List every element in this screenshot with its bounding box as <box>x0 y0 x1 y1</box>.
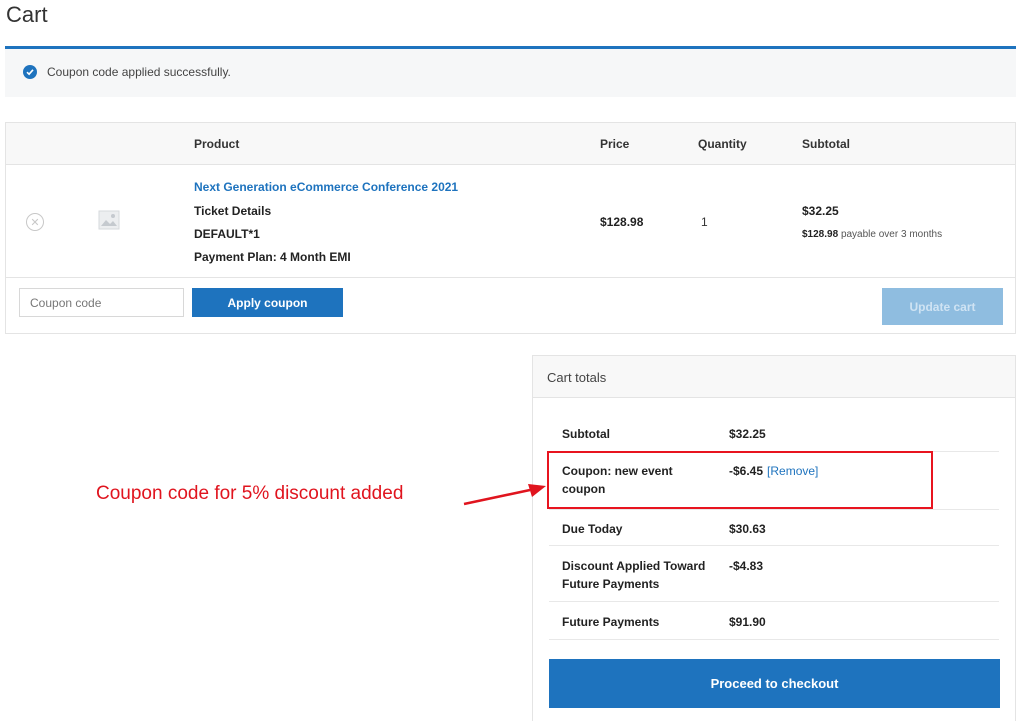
plan-text: payable over 3 months <box>840 229 943 240</box>
cart-actions: Apply coupon Update cart <box>6 278 1015 335</box>
success-notice: Coupon code applied successfully. <box>5 46 1016 97</box>
cart-totals-title: Cart totals <box>547 370 607 385</box>
apply-coupon-button[interactable]: Apply coupon <box>192 288 343 317</box>
totals-row-discount-future: Discount Applied Toward Future Payments … <box>549 546 999 602</box>
update-cart-button[interactable]: Update cart <box>882 288 1003 325</box>
header-quantity: Quantity <box>698 137 747 151</box>
page-title: Cart <box>6 2 48 27</box>
totals-row-future-payments: Future Payments $91.90 <box>549 602 999 640</box>
check-circle-icon <box>23 65 37 79</box>
totals-value: $32.25 <box>729 427 766 441</box>
coupon-highlight-box <box>547 451 933 509</box>
item-price: $128.98 <box>600 215 644 229</box>
cart-table: Product Price Quantity Subtotal ✕ Next G… <box>5 122 1016 334</box>
totals-label: Future Payments <box>562 615 660 629</box>
header-product: Product <box>194 137 240 151</box>
totals-row-due-today: Due Today $30.63 <box>549 510 999 546</box>
totals-value: $91.90 <box>729 615 766 629</box>
ticket-variant: DEFAULT*1 <box>194 227 260 241</box>
image-placeholder-icon <box>98 210 120 230</box>
totals-row-subtotal: Subtotal $32.25 <box>549 413 999 452</box>
totals-label: Due Today <box>562 522 623 536</box>
annotation-text: Coupon code for 5% discount added <box>96 483 404 504</box>
cart-totals: Cart totals Subtotal $32.25 Coupon: new … <box>532 355 1016 721</box>
table-row: ✕ Next Generation eCommerce Conference 2… <box>6 165 1015 278</box>
proceed-to-checkout-button[interactable]: Proceed to checkout <box>549 659 1000 708</box>
totals-value: -$4.83 <box>729 559 764 573</box>
payment-plan: Payment Plan: 4 Month EMI <box>194 250 351 264</box>
totals-label: Subtotal <box>562 427 610 441</box>
ticket-details: Ticket Details <box>194 204 272 218</box>
item-quantity: 1 <box>701 215 708 229</box>
annotation-arrow-icon <box>463 484 546 506</box>
remove-item-icon[interactable]: ✕ <box>26 213 44 231</box>
plan-amount: $128.98 <box>802 229 839 240</box>
notice-message: Coupon code applied successfully. <box>47 65 231 79</box>
product-name-link[interactable]: Next Generation eCommerce Conference 202… <box>194 180 458 194</box>
header-subtotal: Subtotal <box>802 137 850 151</box>
table-header: Product Price Quantity Subtotal <box>6 123 1015 165</box>
cart-totals-header: Cart totals <box>533 356 1015 398</box>
totals-value: $30.63 <box>729 522 766 536</box>
header-price: Price <box>600 137 630 151</box>
totals-label: Discount Applied Toward Future Payments <box>562 559 706 591</box>
plan-info: $128.98 payable over 3 months <box>802 229 942 240</box>
coupon-code-input[interactable] <box>19 288 184 317</box>
item-subtotal: $32.25 <box>802 204 839 218</box>
